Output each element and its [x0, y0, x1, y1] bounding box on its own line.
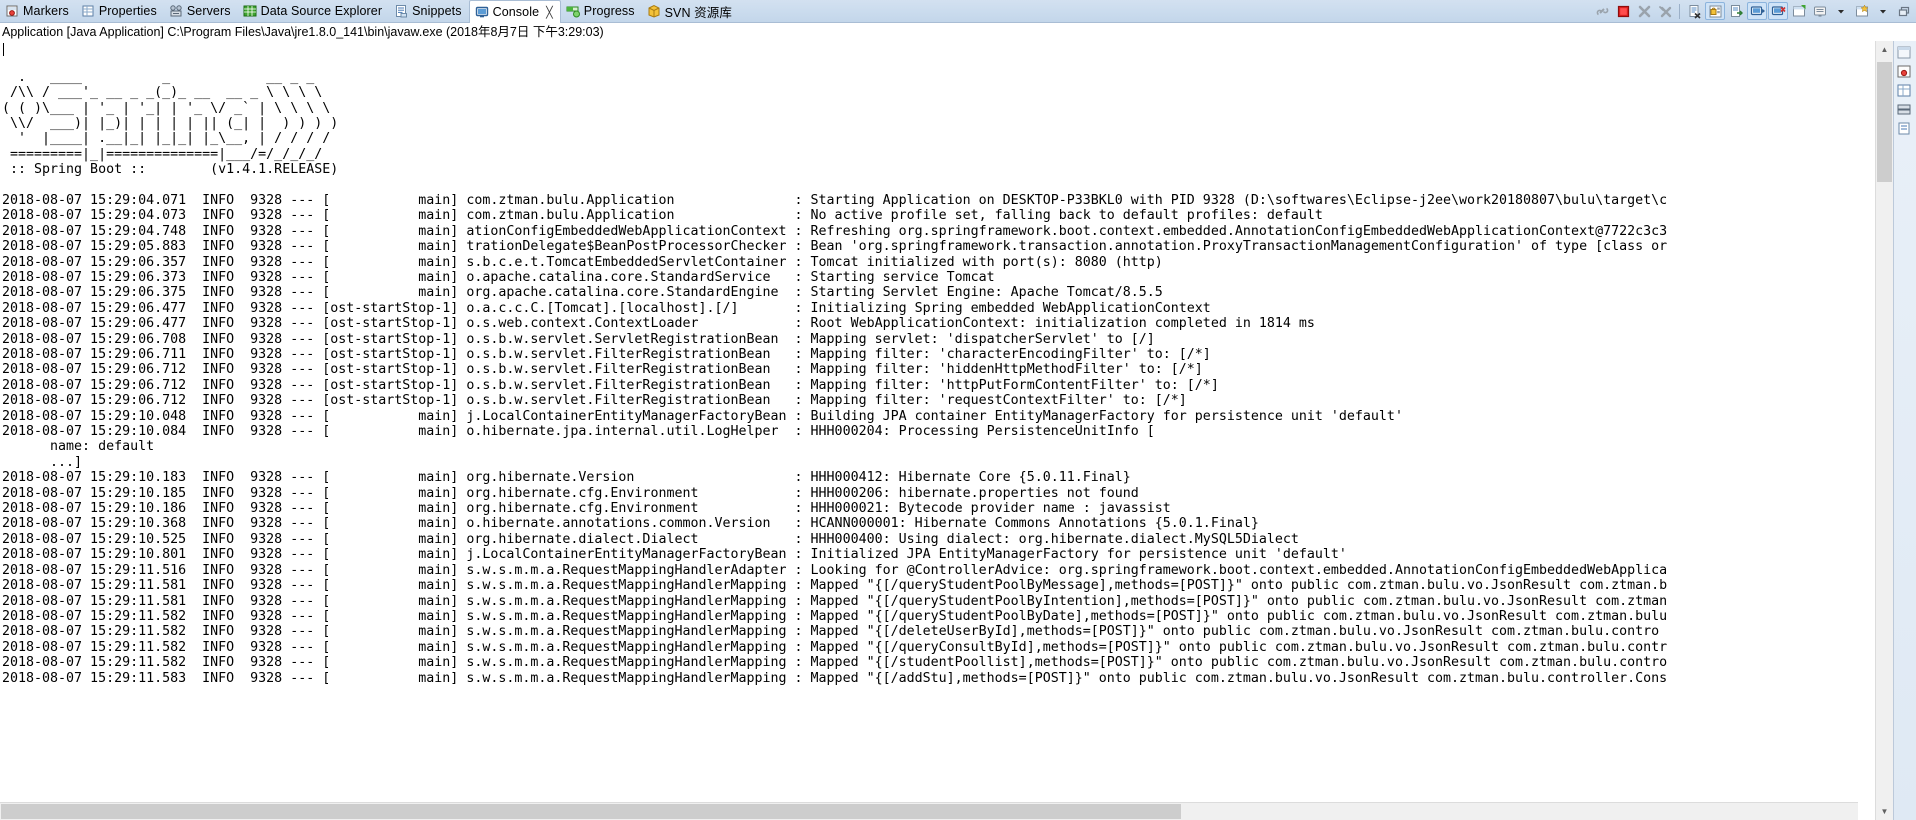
tab-progress[interactable]: Progress: [561, 0, 642, 22]
console-output-text: . ____ _ __ _ _ /\\ / ___'_ __ _ _(_)_ _…: [2, 69, 1668, 686]
minimize-restore-button[interactable]: [1894, 2, 1914, 20]
svn-icon: [647, 4, 661, 18]
console-output-area[interactable]: . ____ _ __ _ _ /\\ / ___'_ __ _ _(_)_ _…: [0, 41, 1875, 820]
scroll-down-arrow-icon[interactable]: ▼: [1876, 803, 1893, 820]
snippets-rail-icon[interactable]: [1896, 121, 1914, 138]
view-menu-icon[interactable]: [1896, 45, 1914, 62]
word-wrap-button[interactable]: [1726, 2, 1746, 20]
tab-properties-label: Properties: [98, 4, 157, 18]
tab-data-source-explorer-label: Data Source Explorer: [260, 4, 383, 18]
tab-properties[interactable]: Properties: [76, 0, 164, 22]
console-vertical-scrollbar[interactable]: ▲ ▼: [1875, 41, 1893, 820]
console-launch-header: Application [Java Application] C:\Progra…: [0, 23, 1916, 41]
console-vertical-scroll-thumb[interactable]: [1877, 62, 1892, 182]
console-panel: . ____ _ __ _ _ /\\ / ___'_ __ _ _(_)_ _…: [0, 41, 1916, 820]
console-horizontal-scroll-thumb[interactable]: [1, 804, 1181, 819]
servers-rail-icon[interactable]: [1896, 102, 1914, 119]
tab-svn-repository-label: SVN 资源库: [664, 5, 732, 20]
properties-rail-icon[interactable]: [1896, 83, 1914, 100]
tab-console[interactable]: Console ╳: [468, 0, 561, 23]
clear-console-button[interactable]: [1684, 2, 1704, 20]
console-view-toolbar: [1592, 0, 1916, 22]
remove-all-terminated-button[interactable]: [1655, 2, 1675, 20]
servers-icon: [169, 4, 183, 18]
open-console-button[interactable]: [1852, 2, 1872, 20]
tab-console-label: Console: [492, 5, 540, 19]
close-icon[interactable]: ╳: [546, 6, 553, 19]
tab-markers[interactable]: Markers: [0, 0, 76, 22]
scroll-up-arrow-icon[interactable]: ▲: [1876, 41, 1893, 58]
toolbar-separator: [1679, 3, 1680, 19]
properties-icon: [81, 4, 95, 18]
tab-snippets-label: Snippets: [412, 4, 462, 18]
markers-rail-icon[interactable]: [1896, 64, 1914, 81]
tab-servers-label: Servers: [186, 4, 231, 18]
display-selected-console-button[interactable]: [1810, 2, 1830, 20]
tabbar-spacer: [739, 0, 1592, 22]
link-with-editor-button[interactable]: [1592, 2, 1612, 20]
snippets-icon: [394, 4, 408, 18]
show-console-on-error-button[interactable]: [1768, 2, 1788, 20]
tab-servers[interactable]: Servers: [164, 0, 238, 22]
terminate-button[interactable]: [1613, 2, 1633, 20]
tab-snippets[interactable]: Snippets: [389, 0, 468, 22]
open-console-dropdown[interactable]: [1873, 2, 1893, 20]
display-selected-console-dropdown[interactable]: [1831, 2, 1851, 20]
remove-launch-button[interactable]: [1634, 2, 1654, 20]
console-icon: [475, 5, 489, 19]
fast-view-rail: [1893, 41, 1916, 820]
tab-progress-label: Progress: [583, 4, 635, 18]
view-tab-bar: Markers Properties Servers Data Source E…: [0, 0, 1916, 23]
tab-svn-repository[interactable]: SVN 资源库: [642, 0, 739, 22]
progress-icon: [566, 4, 580, 18]
show-console-on-output-button[interactable]: [1747, 2, 1767, 20]
console-horizontal-scrollbar[interactable]: [0, 802, 1858, 820]
markers-icon: [5, 4, 19, 18]
pin-console-button[interactable]: [1789, 2, 1809, 20]
text-caret: [3, 43, 4, 56]
tab-markers-label: Markers: [23, 4, 69, 18]
tab-data-source-explorer[interactable]: Data Source Explorer: [238, 0, 390, 22]
scroll-lock-button[interactable]: [1705, 2, 1725, 20]
database-icon: [243, 4, 257, 18]
